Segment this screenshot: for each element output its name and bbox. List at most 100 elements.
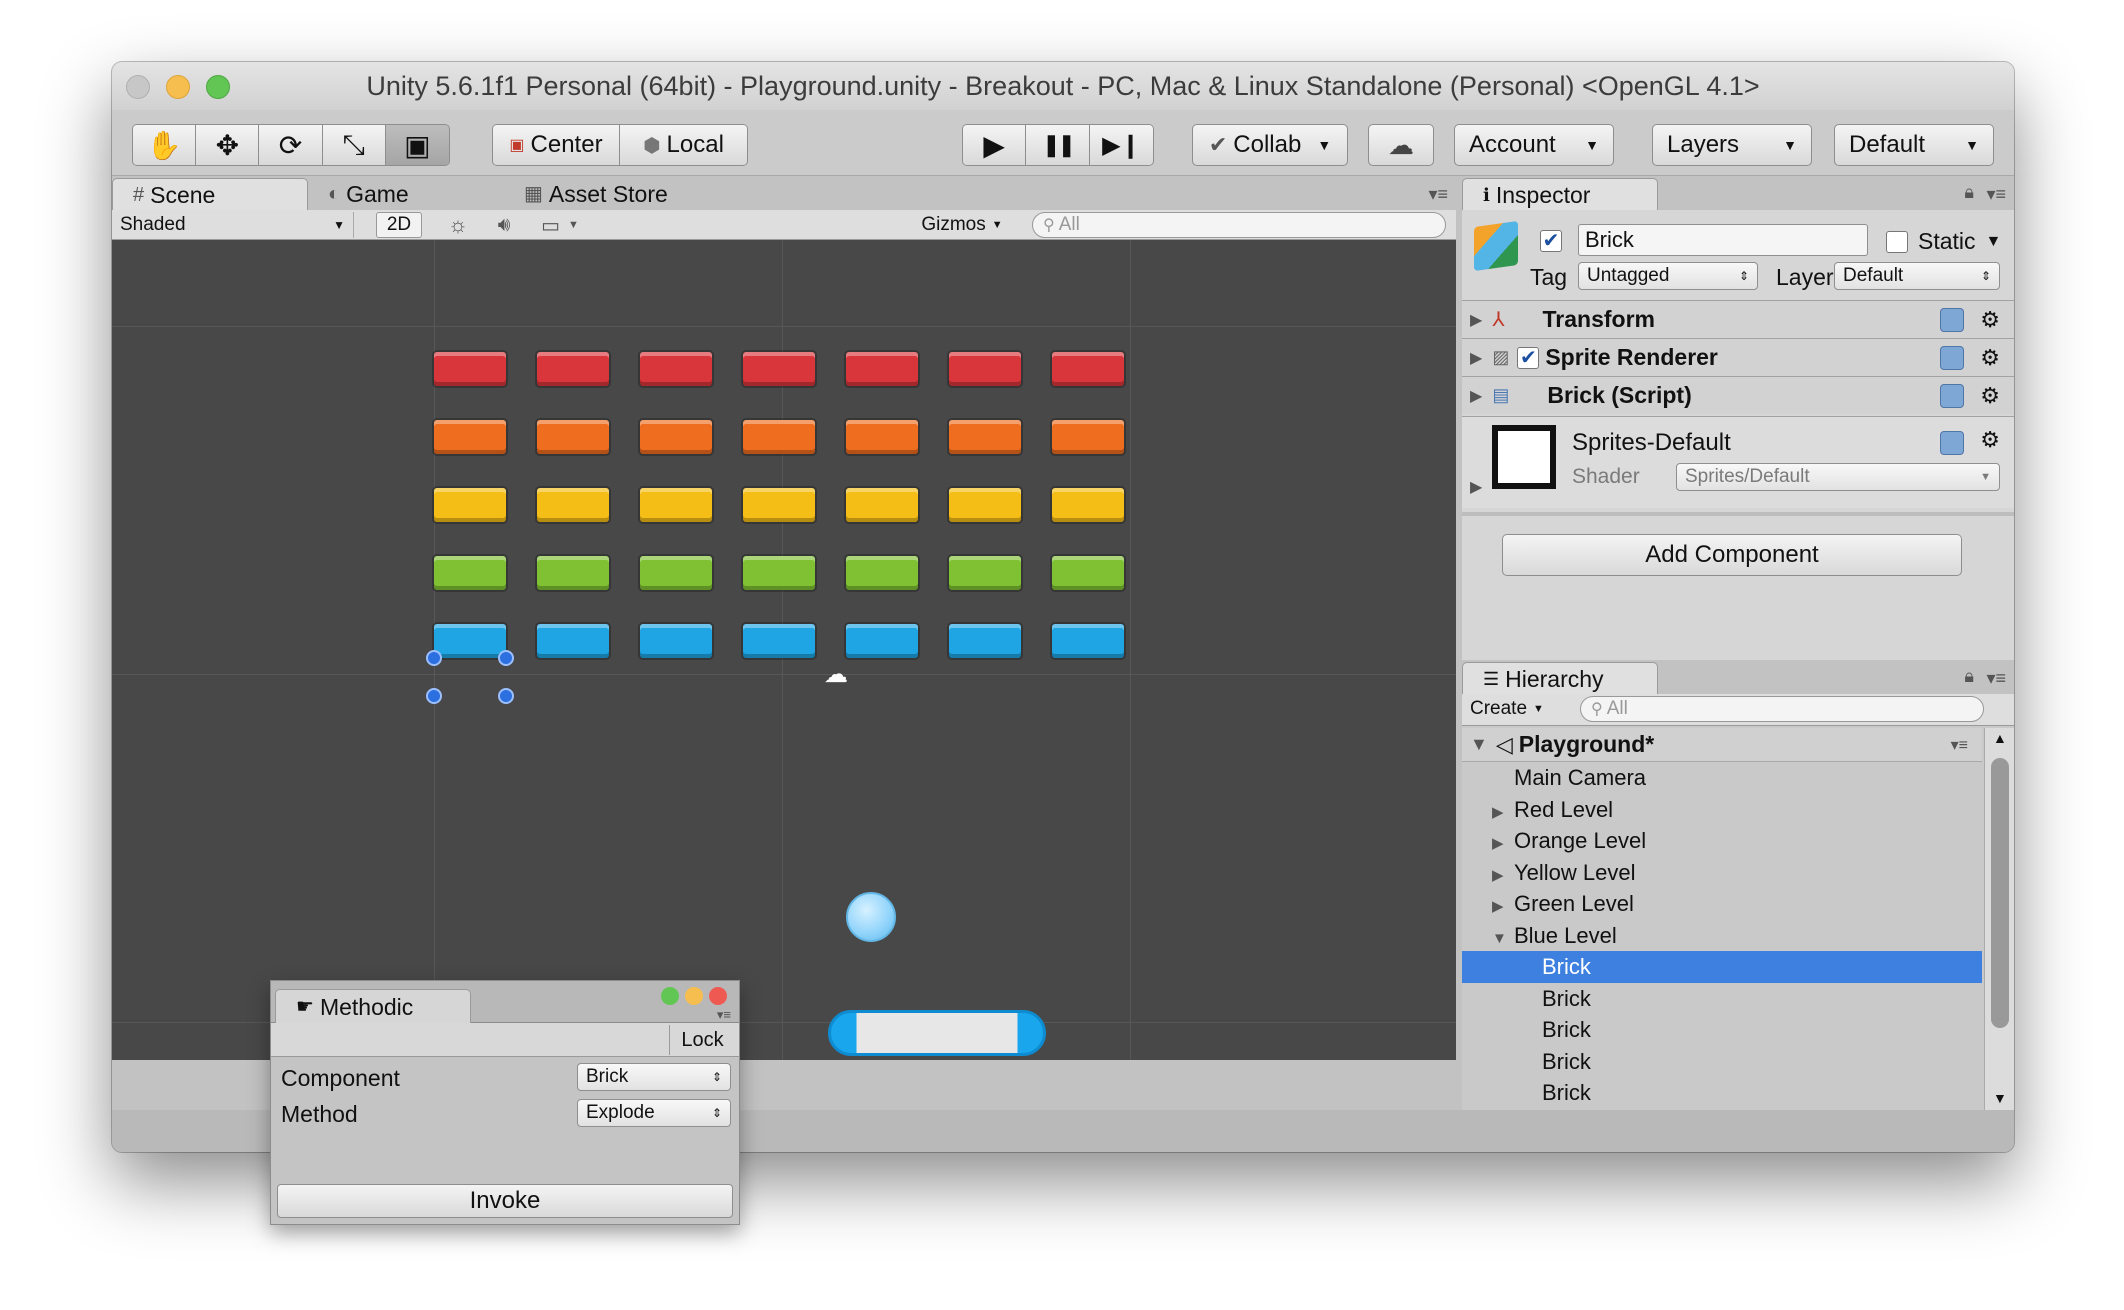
hand-tool-button[interactable]: ✋ xyxy=(133,125,197,165)
gizmos-dropdown[interactable]: Gizmos ▼ xyxy=(912,212,1012,238)
brick[interactable] xyxy=(640,420,712,454)
layers-dropdown[interactable]: Layers ▼ xyxy=(1652,124,1812,166)
collab-dropdown[interactable]: ✔ Collab ▼ xyxy=(1192,124,1348,166)
cloud-button[interactable]: ☁ xyxy=(1368,124,1434,166)
close-window-button[interactable] xyxy=(126,75,150,99)
brick[interactable] xyxy=(640,488,712,522)
brick[interactable] xyxy=(434,420,506,454)
brick[interactable] xyxy=(434,352,506,386)
tab-inspector[interactable]: ℹ Inspector xyxy=(1462,178,1658,210)
scene-search-input[interactable]: ⚲ All xyxy=(1032,212,1446,238)
lock-icon[interactable]: 🔒︎ xyxy=(1964,182,1974,203)
brick[interactable] xyxy=(1052,420,1124,454)
hierarchy-item[interactable]: ▶ Red Level xyxy=(1462,794,1982,826)
brick[interactable] xyxy=(537,420,609,454)
maximize-icon[interactable] xyxy=(661,987,679,1005)
move-tool-button[interactable]: ✥ xyxy=(196,125,260,165)
play-button[interactable]: ▶ xyxy=(963,125,1027,165)
hierarchy-item[interactable]: Main Camera xyxy=(1462,762,1982,794)
static-checkbox[interactable] xyxy=(1886,230,1908,253)
gear-icon[interactable]: ⚙ xyxy=(1980,345,2000,371)
method-dropdown[interactable]: Explode ⇕ xyxy=(577,1099,731,1127)
ball[interactable] xyxy=(846,892,896,942)
rect-tool-button[interactable]: ▣ xyxy=(385,125,449,165)
expand-arrow-icon[interactable]: ▶ xyxy=(1470,477,1482,497)
local-toggle[interactable]: ⬢ Local xyxy=(620,125,747,165)
component-dropdown[interactable]: Brick ⇕ xyxy=(577,1063,731,1091)
scroll-up-icon[interactable]: ▲ xyxy=(1993,730,2007,746)
component-transform[interactable]: ▶ ⅄ Transform ⚙ xyxy=(1462,300,2014,338)
scene-viewport[interactable]: ☁ xyxy=(112,240,1456,1060)
tab-menu-icon[interactable]: ▾≡ xyxy=(1986,184,2006,205)
expand-arrow-icon[interactable]: ▶ xyxy=(1470,386,1482,406)
expand-arrow-icon[interactable]: ▼ xyxy=(1492,923,1514,955)
layout-dropdown[interactable]: Default ▼ xyxy=(1834,124,1994,166)
expand-arrow-icon[interactable]: ▶ xyxy=(1470,348,1482,368)
scroll-down-icon[interactable]: ▼ xyxy=(1993,1090,2007,1106)
help-icon[interactable] xyxy=(1940,307,1964,332)
center-toggle[interactable]: ▣ Center xyxy=(493,125,620,165)
brick[interactable] xyxy=(846,352,918,386)
brick[interactable] xyxy=(949,488,1021,522)
brick[interactable] xyxy=(846,488,918,522)
brick[interactable] xyxy=(949,624,1021,658)
lighting-toggle[interactable]: ☼ xyxy=(438,212,478,238)
gear-icon[interactable]: ⚙ xyxy=(1980,427,2000,453)
brick[interactable] xyxy=(434,488,506,522)
hierarchy-item[interactable]: Brick xyxy=(1462,1077,1982,1109)
hierarchy-item[interactable]: Brick xyxy=(1462,951,1982,983)
brick[interactable] xyxy=(1052,352,1124,386)
effects-dropdown[interactable]: ▭ ▼ xyxy=(532,212,588,238)
brick[interactable] xyxy=(743,420,815,454)
brick[interactable] xyxy=(743,488,815,522)
component-brick-script[interactable]: ▶ ▤ Brick (Script) ⚙ xyxy=(1462,376,2014,414)
tab-menu-icon[interactable]: ▾≡ xyxy=(1986,668,2006,689)
expand-arrow-icon[interactable]: ▶ xyxy=(1492,860,1514,892)
brick[interactable] xyxy=(434,624,506,658)
brick[interactable] xyxy=(537,556,609,590)
brick[interactable] xyxy=(640,556,712,590)
help-icon[interactable] xyxy=(1940,431,1964,455)
brick[interactable] xyxy=(846,420,918,454)
brick[interactable] xyxy=(1052,488,1124,522)
hierarchy-item[interactable]: ▶ Green Level xyxy=(1462,888,1982,920)
lock-icon[interactable]: 🔒︎ xyxy=(1964,666,1974,687)
tag-dropdown[interactable]: Untagged ⇕ xyxy=(1578,262,1758,290)
brick[interactable] xyxy=(949,352,1021,386)
hierarchy-item[interactable]: ▶ Yellow Level xyxy=(1462,857,1982,889)
tab-methodic[interactable]: ☛ Methodic xyxy=(275,989,471,1023)
brick[interactable] xyxy=(434,556,506,590)
step-button[interactable]: ▶❙ xyxy=(1089,125,1153,165)
scene-root-row[interactable]: ▼ ◁ Playground* ▾≡ xyxy=(1462,728,1982,762)
brick[interactable] xyxy=(537,352,609,386)
scene-menu-icon[interactable]: ▾≡ xyxy=(1951,735,1968,755)
tab-game[interactable]: ◐ Game xyxy=(308,178,504,210)
hierarchy-item[interactable]: ▼ Blue Level xyxy=(1462,920,1982,952)
expand-arrow-icon[interactable]: ▶ xyxy=(1492,828,1514,860)
tab-menu-icon[interactable]: ▾≡ xyxy=(717,1007,731,1023)
paddle[interactable] xyxy=(828,1010,1046,1056)
selection-handle[interactable] xyxy=(426,688,442,704)
add-component-button[interactable]: Add Component xyxy=(1502,534,1962,576)
gear-icon[interactable]: ⚙ xyxy=(1980,307,2000,333)
shader-dropdown[interactable]: Sprites/Default ▼ xyxy=(1676,463,2000,491)
shading-dropdown[interactable]: Shaded ▼ xyxy=(120,212,354,238)
help-icon[interactable] xyxy=(1940,383,1964,408)
selection-handle[interactable] xyxy=(426,650,442,666)
brick[interactable] xyxy=(949,556,1021,590)
brick[interactable] xyxy=(846,624,918,658)
2d-toggle[interactable]: 2D xyxy=(376,212,422,238)
create-dropdown[interactable]: Create ▼ xyxy=(1470,696,1568,722)
brick[interactable] xyxy=(846,556,918,590)
sprite-renderer-checkbox[interactable]: ✔ xyxy=(1517,346,1540,369)
help-icon[interactable] xyxy=(1940,345,1964,370)
brick[interactable] xyxy=(743,352,815,386)
selection-handle[interactable] xyxy=(498,650,514,666)
brick[interactable] xyxy=(640,352,712,386)
component-sprite-renderer[interactable]: ▶ ▨ ✔ Sprite Renderer ⚙ xyxy=(1462,338,2014,376)
minimize-icon[interactable] xyxy=(685,987,703,1005)
hierarchy-search-input[interactable]: ⚲ All xyxy=(1580,696,1984,722)
brick[interactable] xyxy=(949,420,1021,454)
hierarchy-item[interactable]: Brick xyxy=(1462,983,1982,1015)
tab-asset-store[interactable]: ▦ Asset Store xyxy=(504,178,724,210)
